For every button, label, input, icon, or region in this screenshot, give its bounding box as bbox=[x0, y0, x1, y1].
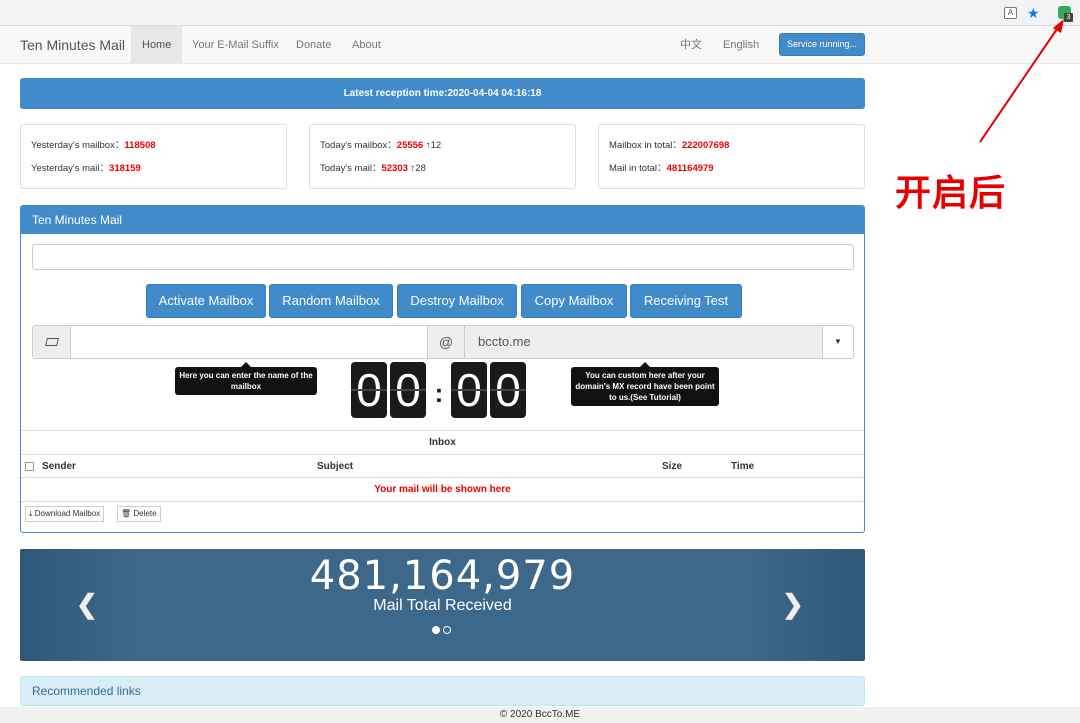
activate-mailbox-button[interactable]: Activate Mailbox bbox=[146, 284, 266, 318]
stat-label: Today's mailbox： bbox=[320, 140, 397, 151]
stat-total-mailbox: Mailbox in total：222007698 bbox=[609, 137, 729, 151]
delete-button[interactable]: 🗑 Delete bbox=[117, 506, 161, 522]
stat-label: Mailbox in total： bbox=[609, 140, 682, 151]
browser-toolbar: A ★ 3 bbox=[0, 0, 1080, 26]
nav-donate[interactable]: Donate bbox=[285, 26, 342, 64]
trash-icon: 🗑 bbox=[121, 509, 132, 518]
stat-yesterday-mail: Yesterday's mail：318159 bbox=[31, 160, 141, 174]
carousel-label: Mail Total Received bbox=[373, 597, 512, 614]
domain-field[interactable]: bccto.me bbox=[465, 326, 823, 358]
stat-value: 481164979 bbox=[666, 163, 714, 174]
at-sign: @ bbox=[427, 326, 465, 358]
brand-link[interactable]: Ten Minutes Mail bbox=[20, 37, 125, 53]
navbar: Ten Minutes Mail Home Your E-Mail Suffix… bbox=[0, 26, 1080, 64]
timer-digit: 0 bbox=[490, 362, 526, 418]
lang-english[interactable]: English bbox=[712, 26, 770, 64]
latest-reception-bar: Latest reception time:2020-04-04 04:16:1… bbox=[20, 78, 865, 109]
nav-about[interactable]: About bbox=[341, 26, 392, 64]
stats-yesterday: Yesterday's mailbox：118508 Yesterday's m… bbox=[20, 124, 287, 189]
lang-chinese[interactable]: 中文 bbox=[669, 26, 713, 64]
delete-label: Delete bbox=[133, 509, 157, 518]
annotation-arrow-icon bbox=[979, 19, 1064, 143]
copy-mailbox-button[interactable]: Copy Mailbox bbox=[521, 284, 627, 318]
stats-carousel: 481,164,979 Mail Total Received ❮ ❯ bbox=[20, 549, 865, 661]
mailbox-name-tooltip: Here you can enter the name of the mailb… bbox=[175, 362, 317, 395]
carousel-number: 481,164,979 bbox=[309, 553, 576, 599]
timer-digit: 0 bbox=[390, 362, 426, 418]
column-sender: Sender bbox=[42, 461, 76, 472]
select-all-checkbox[interactable] bbox=[25, 462, 34, 471]
mail-panel: Ten Minutes Mail Activate Mailbox Random… bbox=[20, 205, 865, 533]
stats-today: Today's mailbox：25556 ↑12 Today's mail：5… bbox=[309, 124, 576, 189]
timer-separator: : bbox=[434, 378, 444, 408]
column-time: Time bbox=[731, 461, 755, 472]
timer-digit: 0 bbox=[351, 362, 387, 418]
column-subject: Subject bbox=[317, 461, 354, 472]
carousel-next-icon[interactable]: ❯ bbox=[782, 589, 804, 620]
envelope-icon bbox=[33, 326, 71, 358]
receiving-test-button[interactable]: Receiving Test bbox=[630, 284, 742, 318]
mail-address-display[interactable] bbox=[32, 244, 854, 270]
stat-value: 52303 bbox=[381, 163, 408, 174]
stat-label: Today's mail： bbox=[320, 163, 382, 174]
inbox-header-row: Sender Subject Size Time bbox=[21, 454, 864, 478]
recommended-links-panel: Recommended links bbox=[20, 676, 865, 706]
inbox-empty-message: Your mail will be shown here bbox=[21, 478, 864, 502]
destroy-mailbox-button[interactable]: Destroy Mailbox bbox=[397, 284, 517, 318]
annotation-text: 开启后 bbox=[895, 173, 1007, 214]
carousel-indicator-active[interactable] bbox=[432, 626, 440, 634]
nav-email-suffix[interactable]: Your E-Mail Suffix bbox=[181, 26, 290, 64]
stat-label: Yesterday's mail： bbox=[31, 163, 110, 174]
stat-yesterday-mailbox: Yesterday's mailbox：118508 bbox=[31, 137, 156, 151]
stat-today-mail: Today's mail：52303 ↑28 bbox=[320, 160, 426, 174]
stat-label: Yesterday's mailbox： bbox=[31, 140, 125, 151]
domain-tooltip: You can custom here after your domain's … bbox=[571, 362, 719, 406]
stats-total: Mailbox in total：222007698 Mail in total… bbox=[598, 124, 865, 189]
domain-dropdown-caret-icon[interactable]: ▼ bbox=[823, 326, 853, 358]
stat-today-mailbox: Today's mailbox：25556 ↑12 bbox=[320, 137, 441, 151]
stat-total-mail: Mail in total：481164979 bbox=[609, 160, 714, 174]
stat-delta: ↑28 bbox=[410, 163, 426, 174]
nav-home[interactable]: Home bbox=[131, 26, 183, 64]
stat-label: Mail in total： bbox=[609, 163, 667, 174]
inbox-title: Inbox bbox=[21, 430, 864, 454]
stat-value: 222007698 bbox=[681, 140, 730, 151]
random-mailbox-button[interactable]: Random Mailbox bbox=[269, 284, 393, 318]
download-label: Download Mailbox bbox=[34, 509, 101, 518]
stat-value: 318159 bbox=[109, 163, 141, 174]
stat-value: 25556 bbox=[396, 140, 424, 151]
footer: © 2020 BccTo.ME bbox=[0, 707, 1080, 723]
carousel-prev-icon[interactable]: ❮ bbox=[76, 589, 98, 620]
download-icon: ⤓ bbox=[29, 509, 33, 518]
column-size: Size bbox=[662, 461, 683, 472]
stat-delta: ↑12 bbox=[425, 140, 442, 151]
service-status-button[interactable]: Service running... bbox=[779, 33, 865, 56]
mailbox-input-group: @ bccto.me ▼ bbox=[32, 325, 854, 359]
panel-title: Ten Minutes Mail bbox=[21, 206, 864, 234]
stat-value: 118508 bbox=[124, 140, 156, 151]
carousel-indicator[interactable] bbox=[443, 626, 451, 634]
timer-digit: 0 bbox=[451, 362, 487, 418]
mailbox-name-input[interactable] bbox=[71, 326, 427, 358]
download-mailbox-button[interactable]: ⤓ Download Mailbox bbox=[25, 506, 105, 522]
